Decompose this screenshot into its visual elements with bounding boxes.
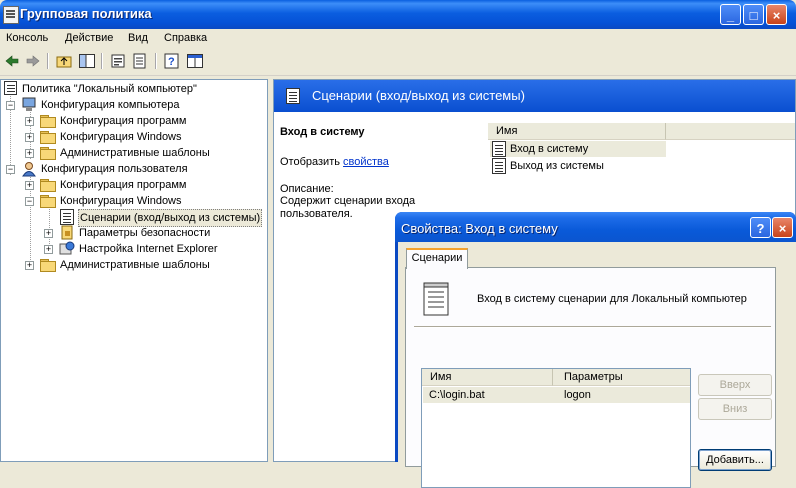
- security-icon: [61, 225, 73, 240]
- tree-uc-admin-label: Административные шаблоны: [60, 259, 210, 271]
- policy-icon: [4, 81, 17, 95]
- expand-icon[interactable]: +: [25, 261, 34, 270]
- expand-icon[interactable]: +: [25, 133, 34, 142]
- list-item[interactable]: Выход из системы: [490, 158, 666, 174]
- folder-icon: [40, 115, 56, 128]
- expand-icon[interactable]: +: [25, 181, 34, 190]
- add-button[interactable]: Добавить...: [698, 449, 772, 471]
- toolbar: ?: [0, 49, 796, 76]
- divider: [414, 326, 771, 328]
- script-params-cell: logon: [564, 389, 591, 401]
- tree-uc-windows-label: Конфигурация Windows: [60, 195, 182, 207]
- toolbar-separator: [155, 53, 157, 69]
- up-folder-icon[interactable]: [55, 52, 73, 70]
- console-tree[interactable]: Политика "Локальный компьютер" − Конфигу…: [0, 79, 268, 462]
- folder-icon: [40, 179, 56, 192]
- dialog-close-button[interactable]: ×: [772, 217, 793, 238]
- move-up-button[interactable]: Вверх: [698, 374, 772, 396]
- folder-icon: [40, 147, 56, 160]
- export-list-icon[interactable]: [131, 52, 149, 70]
- empty-column-header: [666, 123, 795, 140]
- collapse-icon[interactable]: −: [6, 165, 15, 174]
- folder-icon: [40, 259, 56, 272]
- script-name-cell: C:\login.bat: [429, 389, 485, 401]
- name-column-header[interactable]: Имя: [422, 369, 553, 386]
- details-header: Сценарии (вход/выход из системы): [274, 80, 795, 112]
- collapse-icon[interactable]: −: [6, 101, 15, 110]
- script-icon: [492, 158, 506, 174]
- dialog-body: Сценарии Вход в систему сценарии для Лок…: [398, 242, 796, 488]
- name-column-header[interactable]: Имя: [488, 123, 666, 140]
- show-hide-tree-icon[interactable]: [78, 52, 96, 70]
- menu-help[interactable]: Справка: [164, 32, 207, 44]
- dialog-caption: Вход в систему сценарии для Локальный ко…: [477, 293, 747, 305]
- name-column-label: Имя: [430, 371, 452, 383]
- params-column-header[interactable]: Параметры: [553, 369, 690, 386]
- minimize-button[interactable]: _: [720, 4, 741, 25]
- list-item-label: Вход в систему: [510, 143, 589, 155]
- maximize-button[interactable]: □: [743, 4, 764, 25]
- list-item-label: Выход из системы: [510, 160, 604, 172]
- window-title: Групповая политика: [20, 6, 152, 21]
- script-icon: [423, 282, 449, 316]
- tree-uc-programs-label: Конфигурация программ: [60, 179, 187, 191]
- tree-user-config-label: Конфигурация пользователя: [41, 163, 188, 175]
- svg-text:?: ?: [168, 56, 175, 68]
- display-properties: Отобразить свойства: [280, 156, 389, 168]
- user-icon: [22, 162, 36, 177]
- dialog-help-button[interactable]: ?: [750, 217, 771, 238]
- help-icon[interactable]: ?: [163, 52, 181, 70]
- details-heading: Вход в систему: [280, 126, 365, 138]
- tree-cc-windows-label: Конфигурация Windows: [60, 131, 182, 143]
- params-column-label: Параметры: [564, 371, 623, 383]
- toolbar-separator: [47, 53, 49, 69]
- tree-computer-config-label: Конфигурация компьютера: [41, 99, 180, 111]
- title-bar: Групповая политика _ □ ×: [0, 0, 796, 29]
- scripts-list[interactable]: Имя Параметры C:\login.bat logon: [421, 368, 691, 488]
- tab-scripts[interactable]: Сценарии: [406, 248, 468, 269]
- list-item[interactable]: Вход в систему: [490, 141, 666, 157]
- back-icon[interactable]: [3, 52, 21, 70]
- tree-cc-programs-label: Конфигурация программ: [60, 115, 187, 127]
- script-icon: [286, 88, 300, 104]
- collapse-icon[interactable]: −: [25, 197, 34, 206]
- properties-dialog: Свойства: Вход в систему ? × Сценарии Вх…: [395, 212, 796, 488]
- description-label: Описание:: [280, 183, 334, 195]
- table-row[interactable]: C:\login.bat logon: [423, 387, 690, 403]
- menu-console[interactable]: Консоль: [6, 32, 48, 44]
- details-header-title: Сценарии (вход/выход из системы): [312, 88, 525, 103]
- script-icon: [60, 209, 74, 225]
- expand-icon[interactable]: +: [25, 117, 34, 126]
- tab-panel: Вход в систему сценарии для Локальный ко…: [405, 267, 776, 488]
- expand-icon[interactable]: +: [25, 149, 34, 158]
- expand-icon[interactable]: +: [44, 229, 53, 238]
- folder-icon: [40, 131, 56, 144]
- menu-action[interactable]: Действие: [65, 32, 113, 44]
- computer-icon: [22, 97, 36, 111]
- toolbar-separator: [101, 53, 103, 69]
- tree-uc-ie-label: Настройка Internet Explorer: [79, 243, 218, 255]
- open-folder-icon: [40, 195, 56, 208]
- menu-bar: Консоль Действие Вид Справка: [0, 29, 796, 49]
- properties-link[interactable]: свойства: [343, 156, 389, 168]
- menu-view[interactable]: Вид: [128, 32, 148, 44]
- script-icon: [492, 141, 506, 157]
- close-button[interactable]: ×: [766, 4, 787, 25]
- internet-explorer-icon: [59, 241, 75, 255]
- display-prefix: Отобразить: [280, 156, 340, 168]
- move-down-button[interactable]: Вниз: [698, 398, 772, 420]
- dialog-title-bar: Свойства: Вход в систему ? ×: [395, 212, 796, 242]
- properties-icon[interactable]: [109, 52, 127, 70]
- expand-icon[interactable]: +: [44, 245, 53, 254]
- console-tree-icon[interactable]: [186, 52, 204, 70]
- dialog-title: Свойства: Вход в систему: [401, 221, 558, 236]
- tree-cc-admin-label: Административные шаблоны: [60, 147, 210, 159]
- group-policy-icon: [3, 6, 19, 24]
- tree-root-label: Политика "Локальный компьютер": [22, 83, 197, 95]
- forward-icon[interactable]: [24, 52, 42, 70]
- name-column-label: Имя: [496, 125, 518, 137]
- tree-uc-security-label: Параметры безопасности: [79, 227, 211, 239]
